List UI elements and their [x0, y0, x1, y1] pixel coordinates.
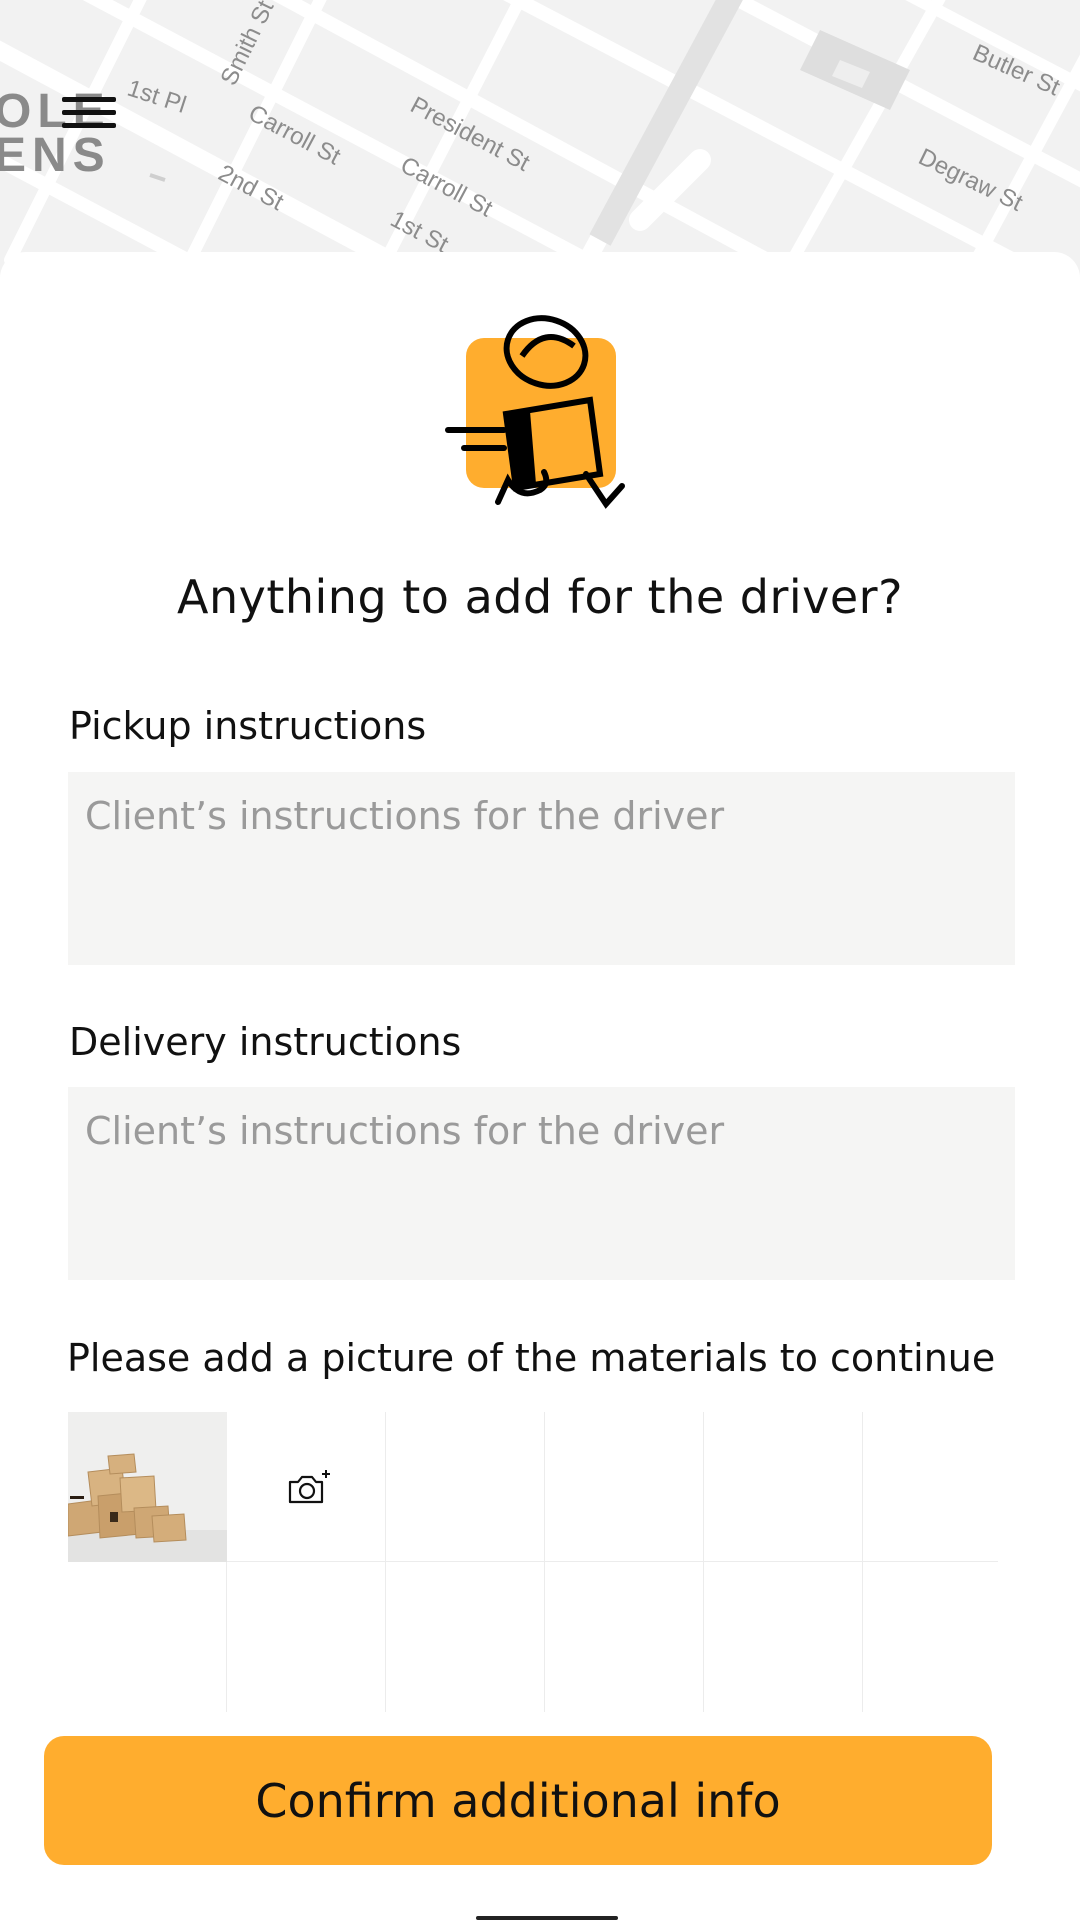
- hamburger-menu-icon[interactable]: [56, 88, 122, 136]
- confirm-additional-info-button[interactable]: Confirm additional info: [44, 1736, 992, 1865]
- map-view[interactable]: Butler St Smith St 1st Pl Carroll St Pre…: [0, 0, 1080, 290]
- photos-label: Please add a picture of the materials to…: [67, 1336, 996, 1380]
- delivery-instructions-label: Delivery instructions: [69, 1020, 462, 1064]
- photo-slot: [545, 1562, 704, 1712]
- home-indicator: [476, 1916, 618, 1920]
- map-brand-line-2: ENS: [0, 129, 111, 182]
- menu-bar: [62, 122, 116, 128]
- pickup-instructions-input[interactable]: [68, 772, 1015, 965]
- photo-slot: [863, 1562, 998, 1712]
- sheet-title: Anything to add for the driver?: [176, 570, 904, 624]
- add-camera-icon[interactable]: [286, 1468, 334, 1508]
- pickup-instructions-label: Pickup instructions: [69, 704, 427, 748]
- screen: Butler St Smith St 1st Pl Carroll St Pre…: [0, 0, 1080, 1920]
- photo-slot: [68, 1562, 227, 1712]
- photo-slot: [386, 1562, 545, 1712]
- menu-bar: [62, 96, 116, 102]
- photo-slot: [863, 1412, 998, 1562]
- driver-instructions-sheet: Anything to add for the driver? Pickup i…: [0, 252, 1080, 1920]
- cardboard-boxes-photo[interactable]: [68, 1412, 227, 1562]
- photo-slot: [227, 1562, 386, 1712]
- photo-slot: [545, 1412, 704, 1562]
- photo-grid: [68, 1412, 998, 1714]
- photo-slot: [704, 1562, 863, 1712]
- map-streets-layer: [0, 0, 1080, 290]
- courier-running-with-box-icon: [445, 315, 625, 509]
- delivery-instructions-input[interactable]: [68, 1087, 1015, 1280]
- photo-slot: [386, 1412, 545, 1562]
- menu-bar: [62, 109, 116, 115]
- photo-slot: [704, 1412, 863, 1562]
